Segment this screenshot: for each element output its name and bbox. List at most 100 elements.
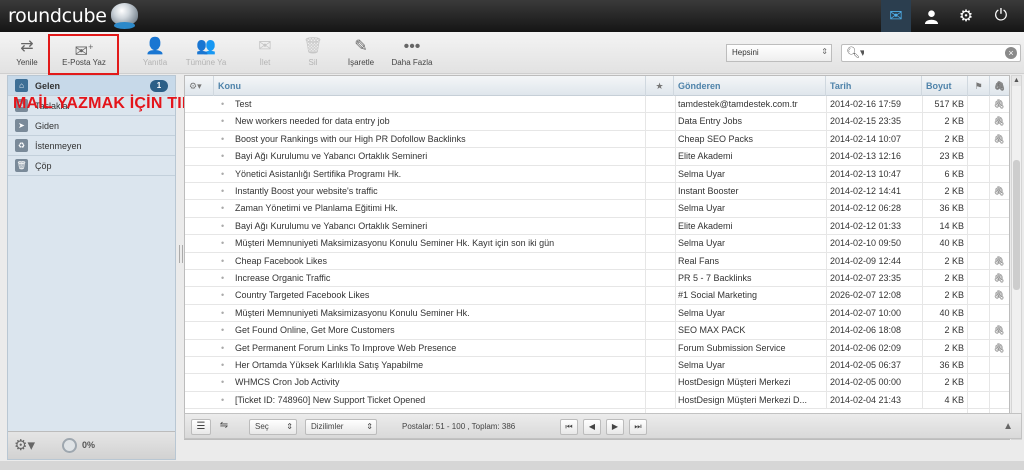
power-icon[interactable]: ⏻ <box>986 0 1016 32</box>
message-row[interactable]: • Get Permanent Forum Links To Improve We… <box>185 339 1009 357</box>
search-icon[interactable]: 🔍︎▾ <box>846 46 866 59</box>
status-dot-icon[interactable]: • <box>221 183 227 200</box>
reply-all-button[interactable]: 👥 Tümüne Ya <box>180 36 232 70</box>
status-dot-icon[interactable]: • <box>221 357 227 374</box>
message-subject[interactable]: Bayi Ağı Kurulumu ve Yabancı Ortaklık Se… <box>235 148 643 165</box>
status-dot-icon[interactable]: • <box>221 218 227 235</box>
message-subject[interactable]: Increase Organic Traffic <box>235 270 643 287</box>
message-row[interactable]: • [Ticket ID: 748960] New Support Ticket … <box>185 391 1009 410</box>
first-page-icon[interactable]: ⏮ <box>560 419 578 435</box>
message-row[interactable]: • New workers needed for data entry job Da… <box>185 113 1009 131</box>
message-date: 2014-02-07 10:00 <box>826 304 921 322</box>
folder-trash[interactable]: 🗑 Çöp <box>8 156 175 176</box>
message-row[interactable]: • Yönetici Asistanlığı Sertifika Programı… <box>185 165 1009 183</box>
last-page-icon[interactable]: ⏭ <box>629 419 647 435</box>
message-subject[interactable]: Her Ortamda Yüksek Karlılıkla Satış Yapa… <box>235 357 643 374</box>
message-date: 2014-02-12 01:33 <box>826 217 921 235</box>
message-subject[interactable]: Test <box>235 96 643 113</box>
reply-button[interactable]: 👤 Yanıtla <box>138 36 172 70</box>
message-row[interactable]: • Increase Organic Traffic PR 5 - 7 Backli… <box>185 270 1009 288</box>
column-flag-star-icon[interactable]: ★ <box>645 76 673 96</box>
list-options-gear-icon[interactable]: ⚙▾ <box>185 76 213 96</box>
message-subject[interactable]: Get Found Online, Get More Customers <box>235 322 643 339</box>
column-flag-icon[interactable]: ⚑ <box>967 76 989 96</box>
gear-icon[interactable]: ⚙ <box>951 0 981 32</box>
message-row[interactable]: • Zaman Yönetimi ve Planlama Eğitimi Hk. S… <box>185 200 1009 218</box>
message-row[interactable]: • Müşteri Memnuniyeti Maksimizasyonu Konu… <box>185 304 1009 323</box>
message-subject[interactable]: Boost your Rankings with our High PR Dof… <box>235 131 643 148</box>
message-row[interactable]: • Müşteri Memnuniyeti Maksimizasyonu Konu… <box>185 235 1009 253</box>
message-row[interactable]: • Instantly Boost your website's traffic I… <box>185 183 1009 201</box>
user-icon[interactable] <box>916 0 946 32</box>
envelope-icon[interactable]: ✉ <box>881 0 911 32</box>
message-subject[interactable]: Country Targeted Facebook Likes <box>235 287 643 304</box>
status-dot-icon[interactable]: • <box>221 253 227 270</box>
message-row[interactable]: • Boost your Rankings with our High PR Do… <box>185 130 1009 149</box>
status-dot-icon[interactable]: • <box>221 322 227 339</box>
column-attachment-icon[interactable]: 🖇 <box>989 76 1009 96</box>
status-dot-icon[interactable]: • <box>221 235 227 252</box>
scroll-up-arrow-icon[interactable]: ▲ <box>1012 76 1021 86</box>
status-dot-icon[interactable]: • <box>221 96 227 113</box>
message-subject[interactable]: Get Permanent Forum Links To Improve Web… <box>235 340 643 357</box>
folder-sent[interactable]: ➤ Giden <box>8 116 175 136</box>
status-dot-icon[interactable]: • <box>221 131 227 148</box>
next-page-icon[interactable]: ▶ <box>606 419 624 435</box>
search-box: 🔍︎▾ × <box>841 44 1021 62</box>
status-dot-icon[interactable]: • <box>221 392 227 409</box>
message-row[interactable]: • Cheap Facebook Likes Real Fans 2014-02-09… <box>185 252 1009 270</box>
message-row[interactable]: • Test tamdestek@tamdestek.com.tr 2014-02-1… <box>185 96 1009 114</box>
message-subject[interactable]: Zaman Yönetimi ve Planlama Eğitimi Hk. <box>235 200 643 217</box>
panel-splitter[interactable] <box>177 75 183 460</box>
mark-button[interactable]: ✎ İşaretle <box>342 36 380 70</box>
bottom-strip <box>0 461 1024 470</box>
message-subject[interactable]: [Ticket ID: 748960] New Support Ticket O… <box>235 392 643 409</box>
column-size[interactable]: Boyut <box>921 76 967 96</box>
select-dropdown[interactable]: Seç ⇕ <box>249 419 297 435</box>
threads-view-icon[interactable]: ⇋ <box>214 419 234 435</box>
status-dot-icon[interactable]: • <box>221 148 227 165</box>
message-subject[interactable]: Instantly Boost your website's traffic <box>235 183 643 200</box>
status-dot-icon[interactable]: • <box>221 200 227 217</box>
status-dot-icon[interactable]: • <box>221 340 227 357</box>
message-row[interactable]: • Bayi Ağı Kurulumu ve Yabancı Ortaklık S… <box>185 217 1009 236</box>
folder-inbox[interactable]: ⌂ Gelen 1 <box>8 76 175 96</box>
column-from[interactable]: Gönderen <box>673 76 825 96</box>
message-subject[interactable]: Cheap Facebook Likes <box>235 253 643 270</box>
app-logo[interactable]: roundcube <box>8 5 107 27</box>
message-row[interactable]: • Get Found Online, Get More Customers SEO… <box>185 322 1009 340</box>
message-subject[interactable]: Müşteri Memnuniyeti Maksimizasyonu Konul… <box>235 235 643 252</box>
status-dot-icon[interactable]: • <box>221 113 227 130</box>
status-dot-icon[interactable]: • <box>221 374 227 391</box>
message-subject[interactable]: Bayi Ağı Kurulumu ve Yabancı Ortaklık Se… <box>235 218 643 235</box>
message-list-scrollbar[interactable]: ▲ ▼ <box>1011 75 1022 440</box>
message-subject[interactable]: Müşteri Memnuniyeti Maksimizasyonu Konul… <box>235 305 643 322</box>
forward-button[interactable]: ✉ İlet <box>248 36 282 70</box>
clear-search-icon[interactable]: × <box>1005 47 1017 59</box>
folder-junk[interactable]: ♻ İstenmeyen <box>8 136 175 156</box>
scroll-thumb[interactable] <box>1013 160 1020 290</box>
folder-settings-gear-icon[interactable]: ⚙▾ <box>14 436 35 454</box>
status-dot-icon[interactable]: • <box>221 166 227 183</box>
message-subject[interactable]: Yönetici Asistanlığı Sertifika Programı … <box>235 166 643 183</box>
column-subject[interactable]: Konu <box>213 76 645 96</box>
filter-select[interactable]: Hepsini ⇕ <box>726 44 832 62</box>
resize-corner-icon[interactable]: ▲ <box>1003 421 1013 432</box>
message-subject[interactable]: WHMCS Cron Job Activity <box>235 374 643 391</box>
status-dot-icon[interactable]: • <box>221 287 227 304</box>
refresh-button[interactable]: ⇄ Yenile <box>10 36 44 70</box>
message-row[interactable]: • Her Ortamda Yüksek Karlılıkla Satış Yap… <box>185 357 1009 375</box>
threads-dropdown[interactable]: Dizilimler ⇕ <box>305 419 377 435</box>
list-view-icon[interactable]: ☰ <box>191 419 211 435</box>
more-button[interactable]: ••• Daha Fazla <box>388 36 436 70</box>
column-date[interactable]: Tarih <box>825 76 921 96</box>
message-subject[interactable]: New workers needed for data entry job <box>235 113 643 130</box>
previous-page-icon[interactable]: ◀ <box>583 419 601 435</box>
message-row[interactable]: • Bayi Ağı Kurulumu ve Yabancı Ortaklık S… <box>185 148 1009 166</box>
delete-button[interactable]: 🗑 Sil <box>298 36 328 70</box>
message-row[interactable]: • WHMCS Cron Job Activity HostDesign Müşte… <box>185 374 1009 392</box>
status-dot-icon[interactable]: • <box>221 305 227 322</box>
status-dot-icon[interactable]: • <box>221 270 227 287</box>
search-input[interactable] <box>864 47 998 59</box>
message-row[interactable]: • Country Targeted Facebook Likes #1 Socia… <box>185 287 1009 305</box>
